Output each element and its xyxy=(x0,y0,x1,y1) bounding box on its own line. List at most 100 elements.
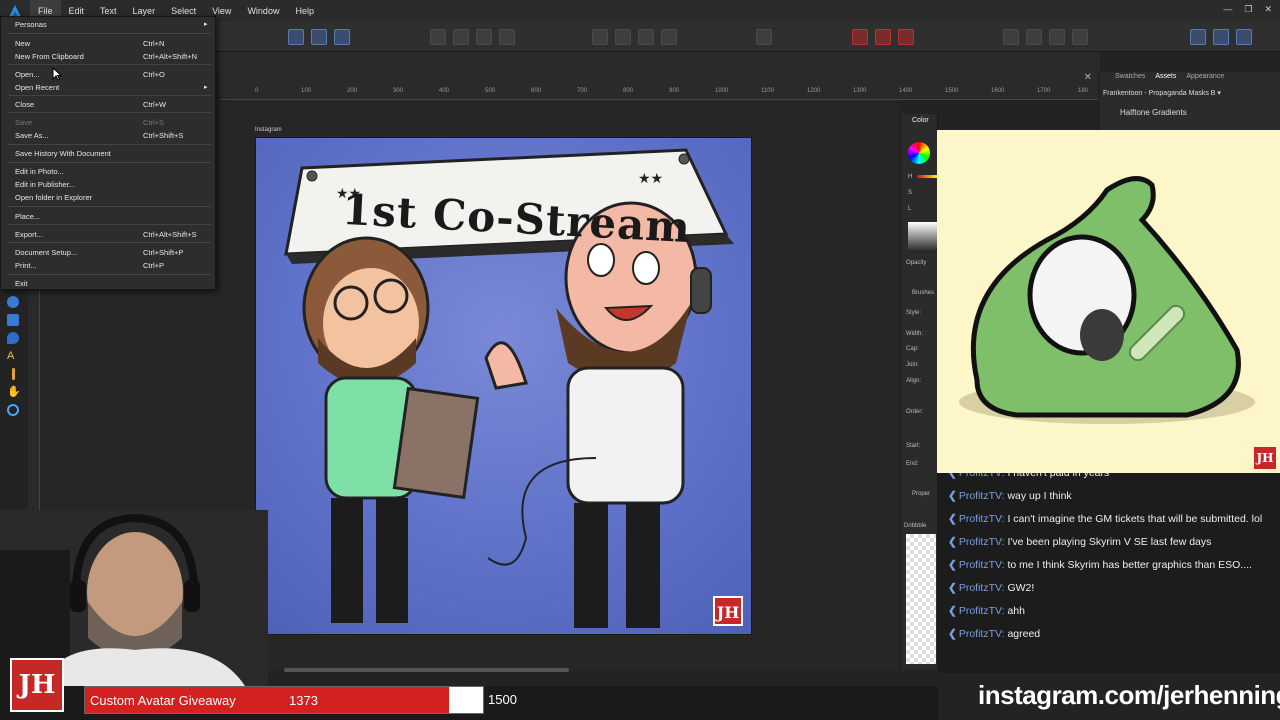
chat-message: ❮ ProfitzTV: way up I think xyxy=(938,487,1280,505)
menu-shortcut: Ctrl+Shift+P xyxy=(143,248,184,257)
ruler-tick: 1200 xyxy=(807,88,821,94)
artwork-logo-text: JH xyxy=(716,603,740,622)
menu-item-export[interactable]: Export... xyxy=(15,230,43,239)
persona-designer-button[interactable] xyxy=(1190,29,1206,45)
snapping-button[interactable] xyxy=(875,29,891,45)
layer-thumbnail[interactable] xyxy=(906,534,936,664)
snapping-grid-button[interactable] xyxy=(852,29,868,45)
menu-item-edit-in-publisher[interactable]: Edit in Publisher... xyxy=(15,180,75,189)
zoom-tool-icon[interactable] xyxy=(7,404,19,416)
align-left-button[interactable] xyxy=(592,29,608,45)
close-document-icon[interactable]: ✕ xyxy=(1084,72,1092,83)
insert-top-button[interactable] xyxy=(334,29,350,45)
color-wheel[interactable] xyxy=(908,142,930,164)
menu-item-exit[interactable]: Exit xyxy=(15,279,28,288)
persona-export-button[interactable] xyxy=(1236,29,1252,45)
ruler-tick: 500 xyxy=(485,88,496,94)
chat-text: I can't imagine the GM tickets that will… xyxy=(1007,513,1263,525)
chat-username[interactable]: ProfitzTV xyxy=(959,628,1002,640)
boolean-intersect-button[interactable] xyxy=(1049,29,1065,45)
hand-tool-icon[interactable]: ✋ xyxy=(7,386,21,398)
hue-slider[interactable] xyxy=(917,175,937,178)
arrow-start-label: Start: xyxy=(906,443,921,449)
instagram-handle: instagram.com/jerhenning xyxy=(978,680,1280,710)
insert-inside-button[interactable] xyxy=(288,29,304,45)
menu-shortcut: Ctrl+Shift+S xyxy=(143,131,184,140)
menu-item-open-folder-in-explorer[interactable]: Open folder in Explorer xyxy=(15,193,92,202)
tab-swatches[interactable]: Swatches xyxy=(1115,73,1145,80)
chat-username[interactable]: ProfitzTV xyxy=(959,536,1002,548)
menu-separator xyxy=(7,33,211,34)
chat-badge-icon: ❮ xyxy=(948,473,957,479)
close-window-icon[interactable]: ✕ xyxy=(1264,4,1272,15)
chat-username[interactable]: ProfitzTV xyxy=(959,559,1002,571)
chat-username[interactable]: ProfitzTV xyxy=(959,490,1002,502)
menu-item-open[interactable]: Open... xyxy=(15,70,40,79)
restore-icon[interactable]: ❐ xyxy=(1244,4,1252,15)
menu-item-save-history-with-document[interactable]: Save History With Document xyxy=(15,149,111,158)
streamer-logo-text: JH xyxy=(18,670,56,700)
align-center-button[interactable] xyxy=(615,29,631,45)
artboard-label: Instagram xyxy=(255,127,282,133)
persona-pixel-button[interactable] xyxy=(1213,29,1229,45)
menu-window[interactable]: Window xyxy=(239,0,287,22)
ellipse-tool-icon[interactable] xyxy=(7,296,19,308)
menu-item-place[interactable]: Place... xyxy=(15,212,40,221)
arrange-front-button[interactable] xyxy=(499,29,515,45)
menu-item-save-as[interactable]: Save As... xyxy=(15,131,49,140)
boolean-subtract-button[interactable] xyxy=(1026,29,1042,45)
ruler-tick: 900 xyxy=(669,88,680,94)
transform-button[interactable] xyxy=(756,29,772,45)
arrange-forward-button[interactable] xyxy=(476,29,492,45)
align-top-button[interactable] xyxy=(661,29,677,45)
chat-username[interactable]: ProfitzTV xyxy=(959,582,1002,594)
chat-text: way up I think xyxy=(1007,490,1072,502)
insert-behind-button[interactable] xyxy=(311,29,327,45)
menu-item-new[interactable]: New xyxy=(15,39,30,48)
rectangle-tool-icon[interactable] xyxy=(7,314,19,326)
align-right-button[interactable] xyxy=(638,29,654,45)
snapping-magnet-button[interactable] xyxy=(898,29,914,45)
menu-item-close[interactable]: Close xyxy=(15,100,34,109)
chat-username[interactable]: ProfitzTV xyxy=(959,473,1002,479)
color-panel-title: Color xyxy=(912,117,929,124)
tab-appearance[interactable]: Appearance xyxy=(1186,73,1224,80)
ruler-tick: 1300 xyxy=(853,88,867,94)
text-tool-icon[interactable]: A xyxy=(7,350,19,362)
arrange-back-button[interactable] xyxy=(430,29,446,45)
asset-category[interactable]: Halftone Gradients xyxy=(1120,108,1187,117)
ruler-tick: 400 xyxy=(439,88,450,94)
boolean-xor-button[interactable] xyxy=(1072,29,1088,45)
minimize-icon[interactable]: — xyxy=(1223,4,1232,15)
menu-help[interactable]: Help xyxy=(287,0,322,22)
menu-item-open-recent[interactable]: Open Recent xyxy=(15,83,59,92)
stroke-order-label: Order: xyxy=(906,409,924,415)
asset-set-select[interactable]: Frankentoon - Propaganda Masks B ▾ xyxy=(1103,89,1221,97)
menu-item-new-from-clipboard[interactable]: New From Clipboard xyxy=(15,52,84,61)
avatar-logo: JH xyxy=(1254,447,1276,469)
ruler-tick: 200 xyxy=(347,88,358,94)
ruler-tick: 1400 xyxy=(899,88,913,94)
tab-assets[interactable]: Assets xyxy=(1155,73,1176,80)
arrange-backward-button[interactable] xyxy=(453,29,469,45)
brushes-tab[interactable]: Brushes xyxy=(912,290,934,296)
menu-item-document-setup[interactable]: Document Setup... xyxy=(15,248,77,257)
chat-message: ❮ ProfitzTV: agreed xyxy=(938,625,1280,643)
boolean-add-button[interactable] xyxy=(1003,29,1019,45)
menu-item-personas[interactable]: Personas xyxy=(15,20,47,29)
chat-badge-icon: ❮ xyxy=(948,628,957,640)
giveaway-goal: 1500 xyxy=(488,692,517,707)
fill-tool-icon[interactable] xyxy=(7,332,19,344)
giveaway-count: 1373 xyxy=(289,693,318,708)
properties-button[interactable]: Proper xyxy=(912,491,930,497)
chat-username[interactable]: ProfitzTV xyxy=(959,605,1002,617)
horizontal-scrollbar[interactable] xyxy=(284,668,569,672)
pencil-tool-icon[interactable] xyxy=(12,368,15,380)
menu-separator xyxy=(7,162,211,163)
chat-panel: ❮ ProfitzTV: I haven't paid in years ❮ Prof… xyxy=(938,473,1280,673)
window-controls: — ❐ ✕ xyxy=(1223,4,1272,15)
menu-item-edit-in-photo[interactable]: Edit in Photo... xyxy=(15,167,64,176)
artboard-image[interactable]: ★★ ★★ 1st Co-Stream JH xyxy=(255,137,752,635)
menu-item-print[interactable]: Print... xyxy=(15,261,37,270)
chat-username[interactable]: ProfitzTV xyxy=(959,513,1002,525)
